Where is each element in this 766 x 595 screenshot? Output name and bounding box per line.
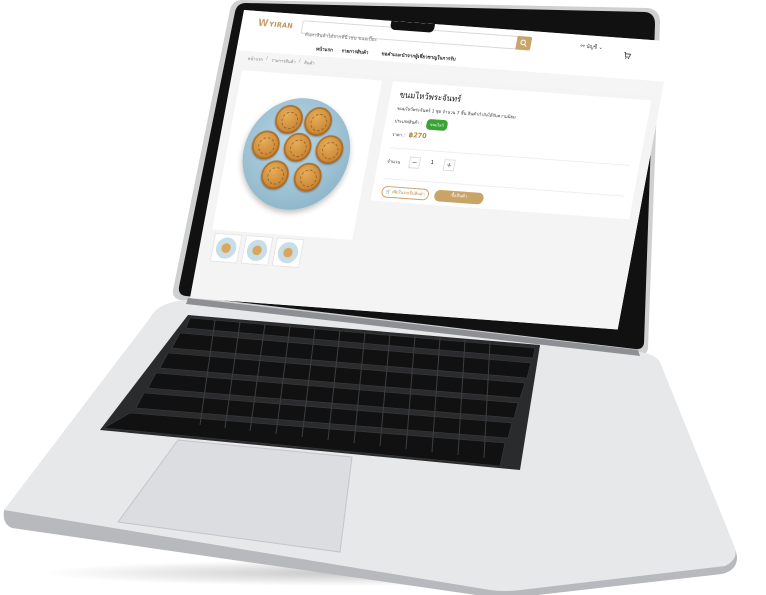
breadcrumb-home[interactable]: หน้าแรก [247,55,263,63]
chevron-down-icon: ⌄ [598,44,604,51]
breadcrumb-separator: / [265,56,269,62]
product-info-card: ขนมไหว้พระจันทร์ ขนมไหว้พระจันทร์ 1 ชุด … [370,81,652,220]
category-badge: ขนมไหว้ [425,118,449,131]
price-label: ราคา : [391,132,406,139]
cart-button[interactable] [622,45,634,64]
buy-button[interactable]: ซื้อสินค้า [433,189,485,205]
product-image-card [212,70,383,240]
account-menu[interactable]: ⚯ บัญชี ⌄ [580,43,604,52]
breadcrumb-current: สินค้า [303,61,315,67]
search-button[interactable] [515,35,533,51]
product-image[interactable] [233,94,360,214]
nav-item-home[interactable]: หน้าแรก [315,46,333,55]
thumbnail-1[interactable] [209,232,243,264]
breadcrumb-separator: / [298,58,301,64]
screen: WYIRAN ⚯ บัญชี ⌄ หน้าแรก รายการสิน [190,10,672,330]
search-icon [520,39,527,47]
nav-item-products[interactable]: รายการสินค้า [341,47,369,57]
quantity-value[interactable]: 1 [423,160,440,167]
product-price: ฿270 [408,131,428,141]
decrease-button[interactable]: − [408,156,422,169]
increase-button[interactable]: + [442,159,456,172]
cart-icon [624,52,632,60]
quantity-stepper: − 1 + [408,156,456,172]
quantity-label: จำนวน [386,159,401,166]
product-title: ขนมไหว้พระจันทร์ [398,90,462,105]
logo-text: YIRAN [268,20,294,31]
category-label: ประเภทสินค้า : [394,119,423,127]
breadcrumb-products[interactable]: รายการสินค้า [271,57,296,66]
site-logo[interactable]: WYIRAN [257,18,294,31]
product-page: ขนมไหว้พระจันทร์ ขนมไหว้พระจันทร์ 1 ชุด … [190,63,662,330]
thumbnail-3[interactable] [271,237,305,269]
account-label: บัญชี [585,43,598,51]
thumbnail-strip [205,232,351,275]
thumbnail-2[interactable] [240,234,274,266]
add-to-cart-button[interactable]: 🛒 เพิ่มในรถเข็นสินค้า [380,185,430,201]
